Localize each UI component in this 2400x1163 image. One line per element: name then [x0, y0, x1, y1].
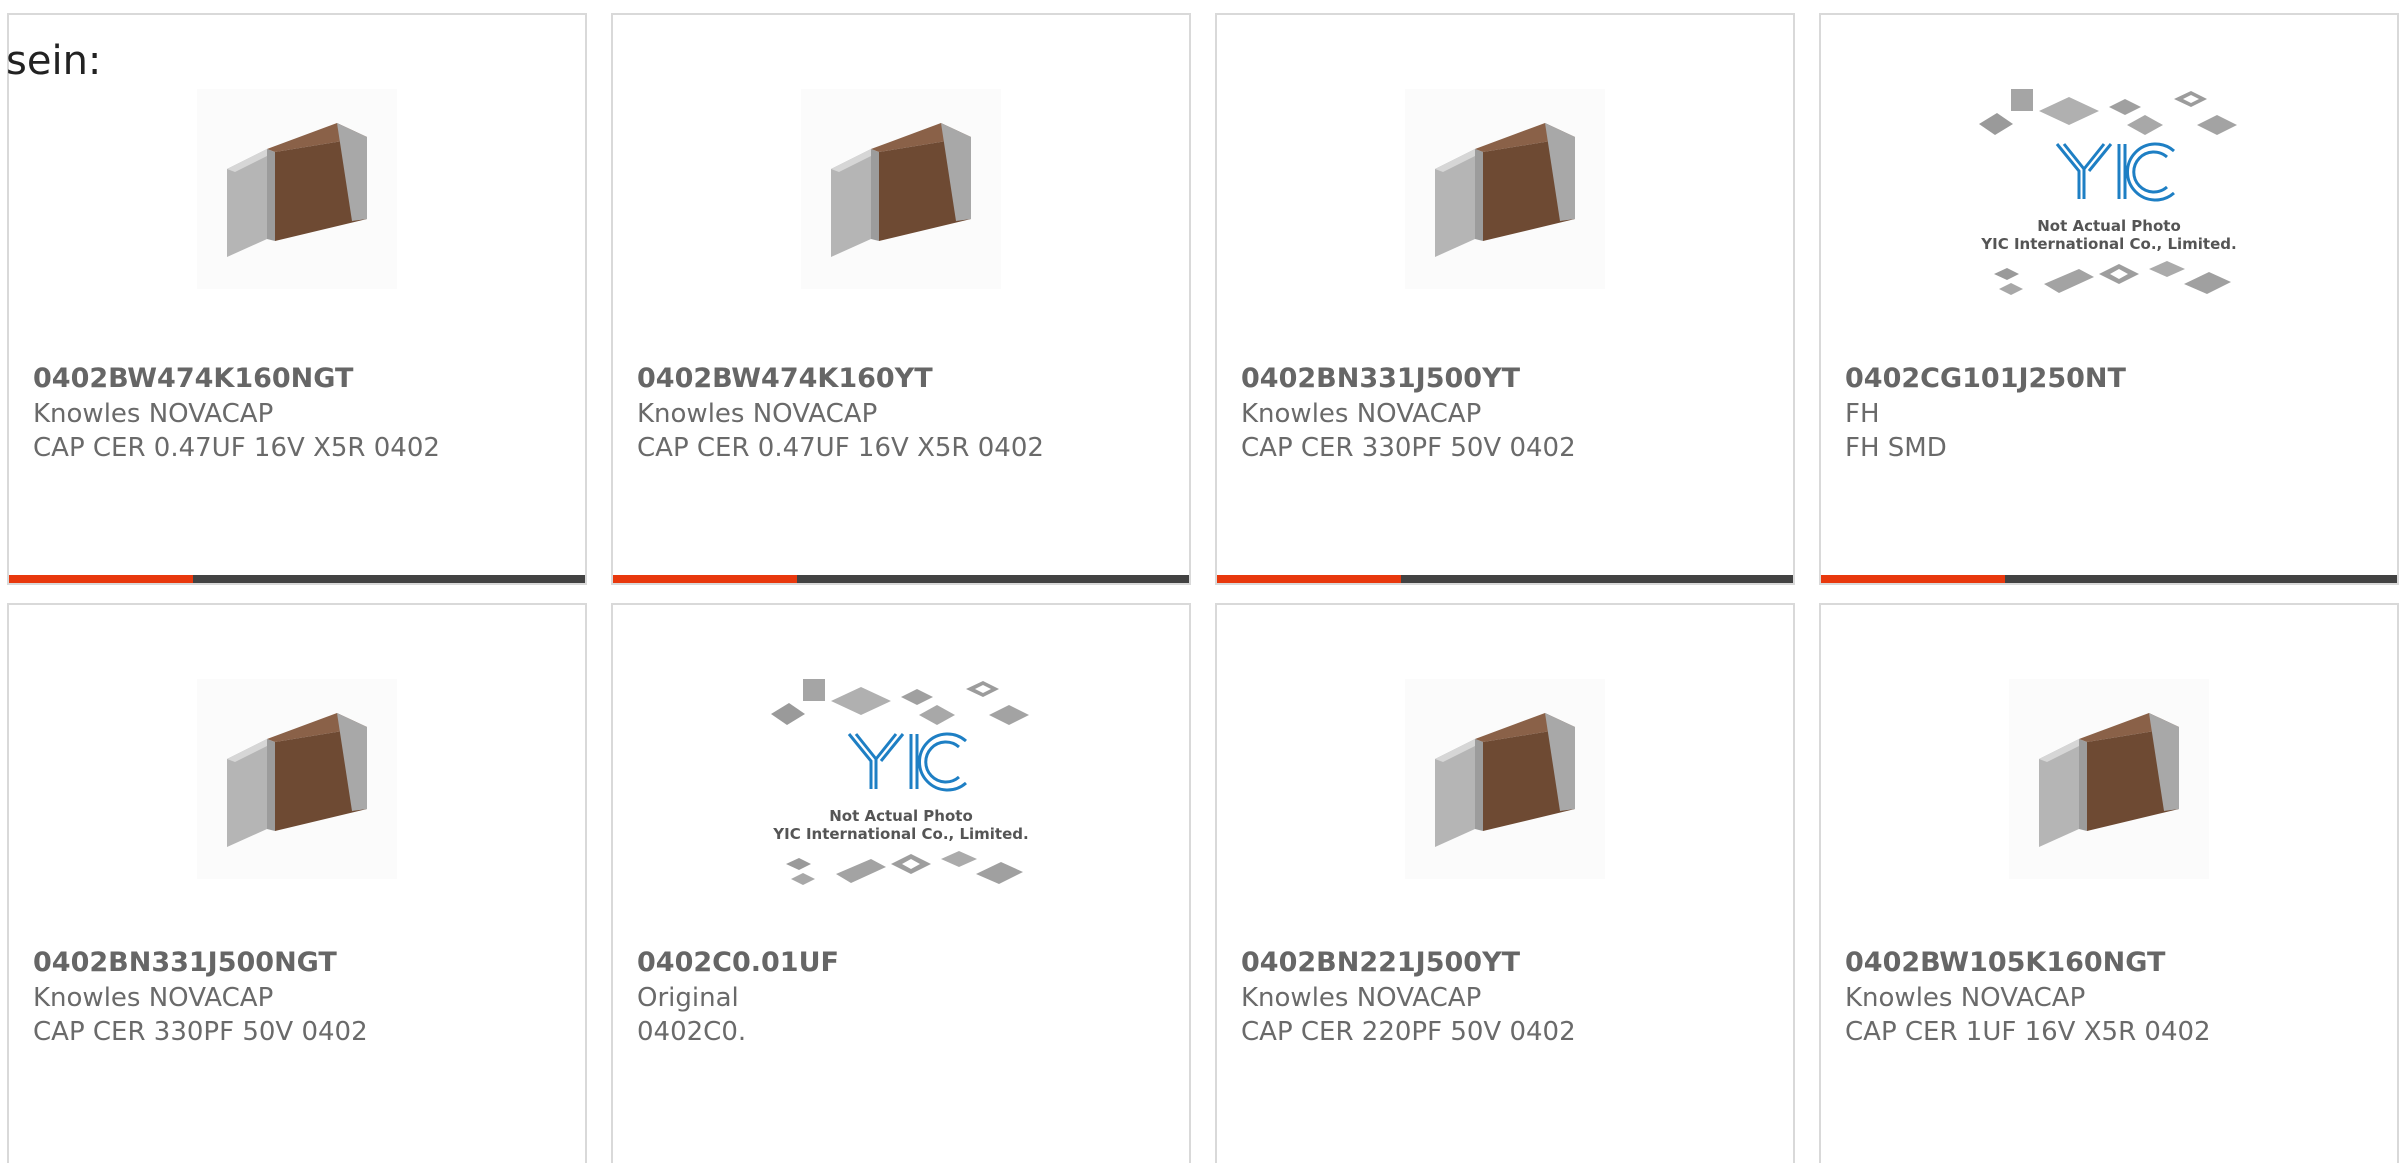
- capacitor-chip-icon: [801, 89, 1001, 289]
- card-progress-bar: [9, 575, 585, 583]
- capacitor-chip-icon: [1405, 89, 1605, 289]
- intro-text: sein:: [6, 38, 102, 84]
- yic-placeholder-icon: Not Actual PhotoYIC International Co., L…: [771, 679, 1029, 885]
- yic-placeholder-icon: Not Actual PhotoYIC International Co., L…: [1979, 89, 2237, 295]
- product-info: 0402BW474K160YT Knowles NOVACAP CAP CER …: [637, 361, 1173, 465]
- capacitor-chip-icon: [1405, 679, 1605, 879]
- progress-fill: [613, 575, 798, 583]
- capacitor-chip-icon: [2009, 679, 2209, 879]
- description: CAP CER 220PF 50V 0402: [1241, 1017, 1576, 1047]
- product-image[interactable]: Not Actual Photo YIC International Co., L…: [1821, 77, 2397, 301]
- product-image[interactable]: [9, 77, 585, 301]
- progress-fill: [1821, 575, 2006, 583]
- product-info: 0402BN331J500NGT Knowles NOVACAP CAP CER…: [33, 945, 569, 1049]
- product-info: 0402BN331J500YT Knowles NOVACAP CAP CER …: [1241, 361, 1777, 465]
- manufacturer: Knowles NOVACAP: [1241, 399, 1482, 429]
- part-number-link[interactable]: 0402C0.01UF: [637, 945, 1173, 981]
- manufacturer: Original: [637, 983, 739, 1013]
- part-number-link[interactable]: 0402CG101J250NT: [1845, 361, 2381, 397]
- product-image[interactable]: [1821, 667, 2397, 891]
- product-card[interactable]: 0402BW474K160NGT Knowles NOVACAP CAP CER…: [7, 13, 587, 585]
- card-progress-bar: [1821, 575, 2397, 583]
- part-number-link[interactable]: 0402BN331J500YT: [1241, 361, 1777, 397]
- product-info: 0402BW105K160NGT Knowles NOVACAP CAP CER…: [1845, 945, 2381, 1049]
- product-image[interactable]: [613, 77, 1189, 301]
- description: 0402C0.: [637, 1017, 747, 1047]
- placeholder-caption-1: Not Actual Photo: [829, 807, 973, 825]
- part-number-link[interactable]: 0402BW474K160YT: [637, 361, 1173, 397]
- product-card[interactable]: Not Actual Photo YIC International Co., L…: [611, 603, 1191, 1163]
- product-info: 0402C0.01UF Original 0402C0.: [637, 945, 1173, 1049]
- product-card[interactable]: 0402BN221J500YT Knowles NOVACAP CAP CER …: [1215, 603, 1795, 1163]
- product-info: 0402BW474K160NGT Knowles NOVACAP CAP CER…: [33, 361, 569, 465]
- manufacturer: Knowles NOVACAP: [1845, 983, 2086, 1013]
- product-card[interactable]: 0402BN331J500YT Knowles NOVACAP CAP CER …: [1215, 13, 1795, 585]
- card-progress-bar: [1217, 575, 1793, 583]
- manufacturer: FH: [1845, 399, 1880, 429]
- description: CAP CER 330PF 50V 0402: [1241, 433, 1576, 463]
- product-info: 0402BN221J500YT Knowles NOVACAP CAP CER …: [1241, 945, 1777, 1049]
- placeholder-caption-1: Not Actual Photo: [2037, 217, 2181, 235]
- manufacturer: Knowles NOVACAP: [637, 399, 878, 429]
- product-grid-page: sein: 0402BW474K160NGT Knowles NOVACAP C…: [0, 0, 2400, 1163]
- part-number-link[interactable]: 0402BW474K160NGT: [33, 361, 569, 397]
- product-card[interactable]: 0402BN331J500NGT Knowles NOVACAP CAP CER…: [7, 603, 587, 1163]
- description: FH SMD: [1845, 433, 1947, 463]
- product-image[interactable]: Not Actual Photo YIC International Co., L…: [613, 667, 1189, 891]
- progress-fill: [9, 575, 194, 583]
- product-info: 0402CG101J250NT FH FH SMD: [1845, 361, 2381, 465]
- product-image[interactable]: [1217, 77, 1793, 301]
- manufacturer: Knowles NOVACAP: [33, 983, 274, 1013]
- product-image[interactable]: [9, 667, 585, 891]
- description: CAP CER 0.47UF 16V X5R 0402: [33, 433, 440, 463]
- description: CAP CER 330PF 50V 0402: [33, 1017, 368, 1047]
- product-card[interactable]: 0402BW474K160YT Knowles NOVACAP CAP CER …: [611, 13, 1191, 585]
- product-card[interactable]: 0402BW105K160NGT Knowles NOVACAP CAP CER…: [1819, 603, 2399, 1163]
- placeholder-caption-2: YIC International Co., Limited.: [772, 825, 1028, 843]
- manufacturer: Knowles NOVACAP: [33, 399, 274, 429]
- part-number-link[interactable]: 0402BN331J500NGT: [33, 945, 569, 981]
- manufacturer: Knowles NOVACAP: [1241, 983, 1482, 1013]
- product-image[interactable]: [1217, 667, 1793, 891]
- product-card[interactable]: Not Actual Photo YIC International Co., L…: [1819, 13, 2399, 585]
- placeholder-caption-2: YIC International Co., Limited.: [1980, 235, 2236, 253]
- card-progress-bar: [613, 575, 1189, 583]
- progress-fill: [1217, 575, 1402, 583]
- part-number-link[interactable]: 0402BN221J500YT: [1241, 945, 1777, 981]
- description: CAP CER 1UF 16V X5R 0402: [1845, 1017, 2211, 1047]
- capacitor-chip-icon: [197, 89, 397, 289]
- part-number-link[interactable]: 0402BW105K160NGT: [1845, 945, 2381, 981]
- capacitor-chip-icon: [197, 679, 397, 879]
- description: CAP CER 0.47UF 16V X5R 0402: [637, 433, 1044, 463]
